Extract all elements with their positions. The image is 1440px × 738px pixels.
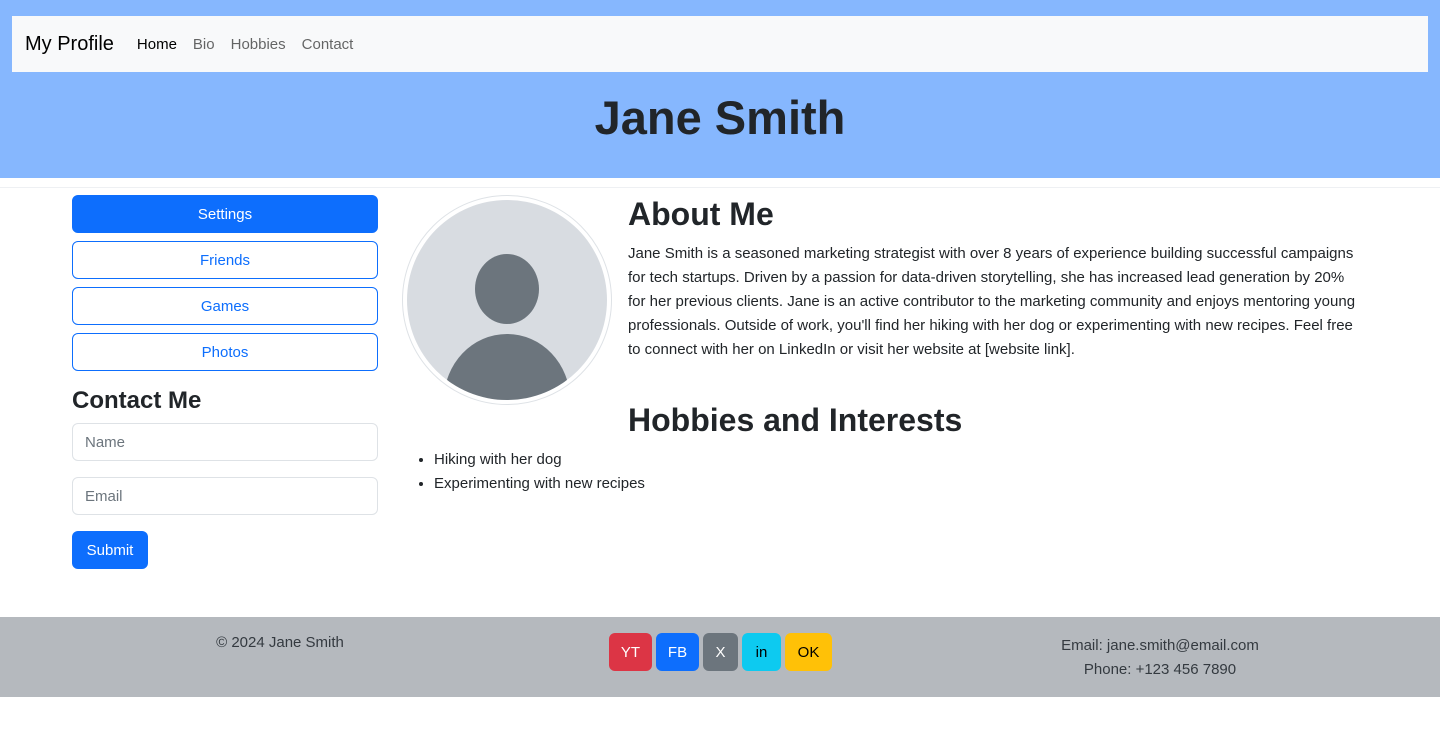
hobbies-title: Hobbies and Interests	[628, 402, 963, 438]
nav-link-contact[interactable]: Contact	[302, 36, 354, 53]
facebook-button[interactable]: FB	[656, 633, 699, 671]
hobby-list: Hiking with her dog Experimenting with n…	[434, 448, 645, 496]
linkedin-button[interactable]: in	[742, 633, 781, 671]
photos-button[interactable]: Photos	[72, 333, 378, 371]
submit-button[interactable]: Submit	[72, 531, 148, 569]
settings-button[interactable]: Settings	[72, 195, 378, 233]
footer-contact-info: Email: jane.smith@email.com Phone: +123 …	[980, 634, 1340, 682]
nav-link-home[interactable]: Home	[137, 36, 177, 53]
header-divider	[0, 178, 1440, 188]
about-title: About Me	[628, 196, 774, 232]
list-item: Experimenting with new recipes	[434, 472, 645, 496]
navbar: My Profile Home Bio Hobbies Contact	[12, 16, 1428, 72]
email-input[interactable]	[72, 477, 378, 515]
nav-link-bio[interactable]: Bio	[193, 36, 215, 53]
youtube-button[interactable]: YT	[609, 633, 652, 671]
avatar	[402, 195, 612, 405]
nav-link-hobbies[interactable]: Hobbies	[231, 36, 286, 53]
contact-title: Contact Me	[72, 387, 202, 414]
ok-button[interactable]: OK	[785, 633, 832, 671]
user-avatar-icon	[407, 200, 607, 400]
about-text: Jane Smith is a seasoned marketing strat…	[628, 245, 1356, 358]
footer-phone: Phone: +123 456 7890	[1083, 661, 1237, 678]
footer-email: Email: jane.smith@email.com	[1061, 637, 1259, 654]
footer: © 2024 Jane Smith YT FB X in OK Email: j…	[0, 617, 1440, 697]
friends-button[interactable]: Friends	[72, 241, 378, 279]
x-button[interactable]: X	[703, 633, 738, 671]
name-input[interactable]	[72, 423, 378, 461]
header: My Profile Home Bio Hobbies Contact Jane…	[0, 0, 1440, 178]
games-button[interactable]: Games	[72, 287, 378, 325]
list-item: Hiking with her dog	[434, 448, 645, 472]
copyright-text: © 2024 Jane Smith	[216, 634, 344, 651]
navbar-brand[interactable]: My Profile	[25, 33, 114, 56]
page-title: Jane Smith	[594, 91, 846, 144]
